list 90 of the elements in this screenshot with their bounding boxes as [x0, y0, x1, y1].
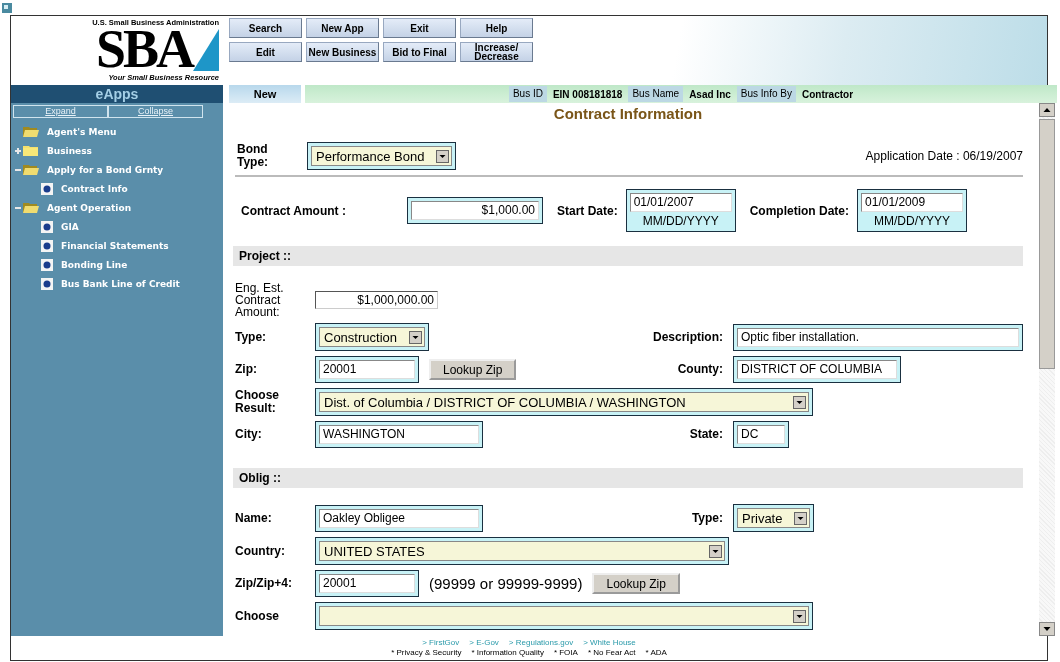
field-label: Choose	[235, 609, 280, 623]
info-value: Asad Inc	[689, 88, 731, 100]
menu-item[interactable]: Bus Bank Line of Credit	[61, 278, 180, 289]
format-note: (99999 or 99999-9999)	[429, 575, 583, 593]
field-label: Name:	[235, 511, 273, 525]
info-value: Contractor	[801, 88, 854, 100]
menu-item[interactable]: Contract Info	[61, 183, 128, 194]
toolbar-button[interactable]: Increase/ Decrease	[460, 42, 533, 62]
menu-item[interactable]: Business	[47, 145, 92, 156]
footer-link[interactable]: * ADA	[645, 648, 667, 659]
toolbar-button[interactable]: Edit	[229, 42, 302, 62]
swoosh-icon	[193, 27, 219, 71]
field-label: Zip/Zip+4:	[235, 577, 293, 591]
field-label: Choose Result:	[235, 389, 280, 416]
text-field[interactable]: Optic fiber installation.	[733, 323, 1023, 351]
menu-item[interactable]: Agent Operation	[47, 202, 132, 213]
text-field[interactable]: 20001	[315, 570, 419, 598]
collapse-icon[interactable]	[15, 166, 21, 173]
field-label: Type:	[690, 511, 723, 525]
scroll-down-icon[interactable]	[1039, 622, 1055, 637]
field-label: Eng. Est. Contract Amount:	[235, 282, 285, 319]
expand-icon[interactable]	[15, 147, 21, 154]
field-label: Country:	[235, 544, 286, 558]
field-label: Type:	[235, 330, 268, 344]
dropdown[interactable]: Private	[733, 504, 815, 533]
field-label: Contract Amount :	[241, 203, 347, 218]
toolbar-button[interactable]: Help	[460, 18, 533, 38]
menu-item[interactable]: GIA	[61, 221, 79, 232]
page-icon	[2, 3, 12, 13]
document-icon	[41, 277, 53, 290]
toolbar-button[interactable]: Search	[229, 18, 302, 38]
footer-link[interactable]: * Privacy & Security	[391, 648, 462, 659]
info-label: Bus Info By	[736, 86, 796, 103]
info-label: Bus ID	[508, 86, 547, 103]
document-icon	[41, 182, 53, 195]
toolbar-button[interactable]: New Business	[306, 42, 379, 62]
dropdown[interactable]: Performance Bond	[307, 142, 457, 171]
section-header: Oblig ::	[233, 468, 1023, 489]
scrollbar[interactable]	[1039, 103, 1055, 637]
dropdown[interactable]: UNITED STATES	[315, 537, 729, 566]
field-label: Description:	[652, 330, 723, 344]
text-field[interactable]: DISTRICT OF COLUMBIA	[733, 356, 901, 384]
logo-mark: SBA	[95, 27, 192, 71]
toolbar-button[interactable]: New App	[306, 18, 379, 38]
field-label: Start Date:	[557, 203, 618, 218]
field-label: City:	[235, 428, 263, 442]
mode-label: New	[229, 85, 301, 104]
document-icon	[41, 239, 53, 252]
footer-link[interactable]: > Regulations.gov	[508, 638, 574, 649]
info-value: EIN 008181818	[552, 88, 623, 100]
menu-item[interactable]: Apply for a Bond Grnty	[47, 164, 164, 175]
menu-item[interactable]: Agent's Menu	[47, 126, 117, 137]
page-title: Contract Information	[552, 105, 704, 123]
text-field[interactable]: 20001	[315, 356, 419, 384]
text-field[interactable]: DC	[733, 421, 789, 449]
field-label: County:	[676, 363, 723, 377]
footer-link[interactable]: > FirstGov	[422, 638, 460, 649]
scroll-up-icon[interactable]	[1039, 103, 1055, 118]
document-icon	[41, 220, 53, 233]
field-label: Completion Date:	[749, 203, 850, 218]
dropdown[interactable]: Dist. of Columbia / DISTRICT OF COLUMBIA / WASHINGTON	[315, 388, 813, 417]
info-label: Bus Name	[628, 86, 684, 103]
document-icon	[41, 258, 53, 271]
text-field[interactable]: WASHINGTON	[315, 421, 483, 449]
dropdown[interactable]: Construction	[315, 323, 429, 352]
dropdown[interactable]	[315, 602, 813, 631]
footer-link[interactable]: > White House	[583, 638, 636, 649]
application-date: Application Date : 06/19/2007	[865, 149, 1023, 164]
amount-field[interactable]: $1,000.00	[407, 197, 543, 225]
text-field[interactable]: Oakley Obligee	[315, 504, 483, 532]
date-field[interactable]: 01/01/2009 MM/DD/YYYY	[857, 189, 968, 233]
sidebar-title: eApps	[11, 85, 223, 104]
lookup-button[interactable]: Lookup Zip	[592, 573, 680, 595]
footer-link[interactable]: * Information Quality	[471, 648, 544, 659]
date-field[interactable]: 01/01/2007 MM/DD/YYYY	[625, 189, 736, 233]
field-label: Bond Type:	[236, 143, 270, 170]
field-label: State:	[688, 428, 723, 442]
menu-item[interactable]: Bonding Line	[61, 259, 128, 270]
scroll-thumb[interactable]	[1039, 119, 1055, 370]
menu-item[interactable]: Financial Statements	[61, 240, 169, 251]
section-header: Project ::	[233, 246, 1023, 267]
toolbar-button[interactable]: Bid to Final	[383, 42, 456, 62]
lookup-button[interactable]: Lookup Zip	[429, 359, 517, 381]
toolbar-button[interactable]: Exit	[383, 18, 456, 38]
footer-link[interactable]: * FOIA	[553, 648, 578, 659]
field-label: Zip:	[235, 363, 258, 377]
amount-field[interactable]: $1,000,000.00	[315, 291, 438, 310]
footer-link[interactable]: * No Fear Act	[587, 648, 636, 659]
collapse-icon[interactable]	[15, 204, 21, 211]
footer-link[interactable]: > E-Gov	[469, 638, 499, 649]
